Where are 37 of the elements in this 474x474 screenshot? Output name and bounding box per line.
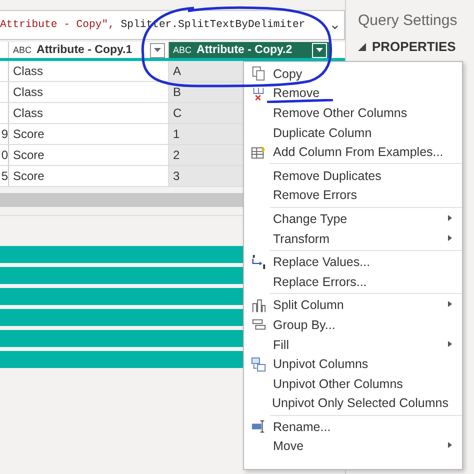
remove-column-icon (251, 86, 266, 101)
menu-item[interactable]: Move (244, 436, 462, 456)
menu-item[interactable]: Split Column (244, 296, 462, 316)
group-icon (251, 317, 266, 332)
menu-item[interactable]: Replace Errors... (244, 272, 462, 292)
split-column-icon (251, 298, 266, 313)
column-label: Attribute - Copy.2 (196, 44, 294, 56)
type-label: ABC (173, 45, 192, 55)
copy-icon (251, 66, 266, 82)
caret-icon (316, 48, 323, 52)
column-header[interactable]: ABC Attribute - Copy.2 (169, 42, 331, 58)
menu-item[interactable]: Unpivot Only Selected Columns (244, 394, 462, 414)
expand-chevron[interactable]: ⌄ (326, 17, 344, 33)
unpivot-icon (251, 356, 266, 372)
annotation-underline (266, 99, 334, 103)
replace-values-icon (251, 254, 266, 270)
menu-item[interactable]: Unpivot Other Columns (244, 374, 462, 394)
menu-item[interactable]: Group By... (244, 315, 462, 335)
menu-item[interactable]: Remove Errors (244, 186, 462, 206)
column-label: Attribute - Copy.1 (36, 44, 134, 56)
menu-item[interactable]: Fill (244, 334, 462, 354)
menu-item[interactable]: Transform (244, 228, 462, 248)
collapse-icon[interactable] (358, 42, 366, 50)
caret-icon (154, 48, 161, 52)
panel-title: Query Settings (358, 12, 458, 29)
menu-item[interactable]: Replace Values... (244, 252, 462, 272)
row-number: 5 (1, 169, 8, 183)
menu-item[interactable]: Rename... (244, 417, 462, 437)
table-icon (251, 144, 266, 160)
menu-item[interactable]: Change Type (244, 209, 462, 229)
filter-dropdown[interactable] (150, 42, 165, 58)
menu-item[interactable]: Unpivot Columns (244, 354, 462, 374)
section-header: PROPERTIES (372, 39, 456, 54)
type-label: ABC (13, 45, 32, 55)
rename-icon (251, 419, 266, 434)
row-number: 0 (1, 148, 8, 162)
row-number: 9 (1, 127, 8, 141)
